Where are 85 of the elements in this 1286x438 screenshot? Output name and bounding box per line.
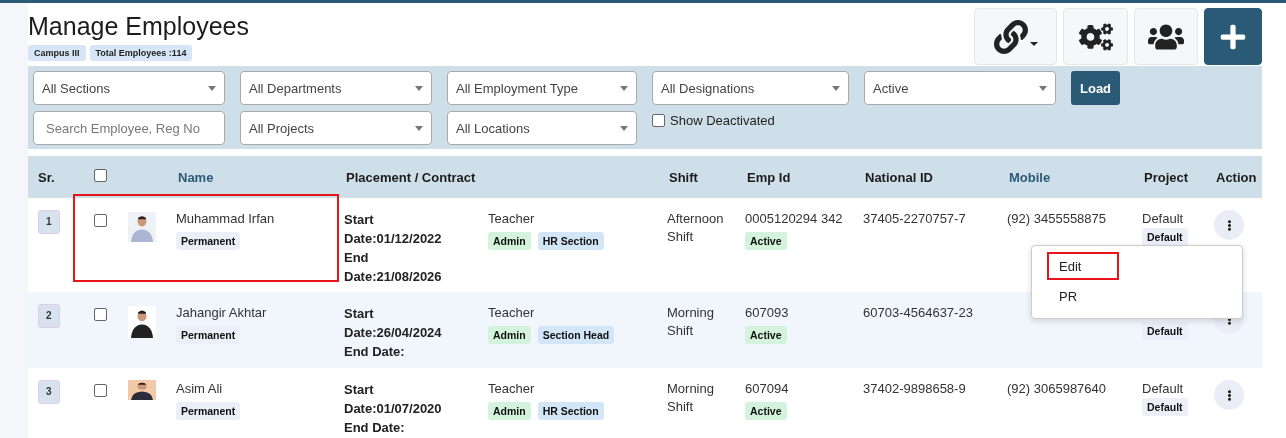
project: Default — [1142, 380, 1184, 398]
column-header: Project — [1143, 169, 1190, 185]
serial-badge: 2 — [38, 304, 60, 328]
checkbox-label: Show Deactivated — [670, 113, 775, 128]
load-button[interactable]: Load — [1071, 71, 1121, 105]
settings-button[interactable] — [1063, 8, 1128, 65]
dropdown[interactable]: All Employment Type — [447, 71, 637, 105]
menu-item[interactable]: PR — [1047, 282, 1242, 310]
status-tag: Active — [745, 326, 787, 344]
role-tag: HR Section — [537, 232, 604, 250]
select-all-checkbox[interactable] — [94, 169, 107, 182]
contract-date: End Date: — [344, 419, 405, 437]
dropdown[interactable]: All Projects — [240, 111, 432, 145]
employee-id: 607094 — [745, 380, 789, 398]
project-tag: Default — [1142, 228, 1188, 246]
dropdown[interactable]: Active — [864, 71, 1056, 105]
more-actions-button[interactable] — [1214, 380, 1244, 410]
info-badge: Campus III — [28, 45, 86, 61]
contract-date: Date:01/12/2022 — [344, 230, 442, 248]
designation: Teacher — [488, 210, 535, 228]
info-badge: Total Employees :114 — [89, 45, 193, 61]
search-field[interactable]: Search Employee, Reg No — [33, 111, 225, 145]
shift: Morning Shift — [667, 304, 715, 340]
employee-name: Jahangir Akhtar — [176, 304, 267, 322]
contract-date: Start — [344, 211, 374, 229]
plus-icon — [1219, 22, 1247, 51]
contract-date: End Date: — [344, 343, 405, 361]
employment-type-tag: Permanent — [176, 326, 241, 344]
role-tag: HR Section — [537, 402, 604, 420]
shift: Morning Shift — [667, 380, 715, 416]
mobile-number: (92) 3455558875 — [1007, 210, 1107, 228]
mobile-number: (92) 3065987640 — [1007, 380, 1107, 398]
column-header: Placement / Contract — [345, 169, 477, 185]
designation: Teacher — [488, 380, 535, 398]
more-actions-button[interactable] — [1214, 210, 1244, 240]
national-id: 60703-4564637-23 — [863, 304, 973, 322]
role-tag: Section Head — [537, 326, 615, 344]
dropdown[interactable]: All Sections — [33, 71, 225, 105]
employment-type-tag: Permanent — [176, 232, 241, 250]
link-dropdown-button[interactable] — [974, 8, 1057, 65]
employee-name: Muhammad Irfan — [176, 210, 275, 228]
row-checkbox[interactable] — [94, 214, 107, 227]
project-tag: Default — [1142, 398, 1188, 416]
designation: Teacher — [488, 304, 535, 322]
add-button[interactable] — [1204, 8, 1262, 65]
national-id: 37402-9898658-9 — [863, 380, 966, 398]
row-checkbox[interactable] — [94, 384, 107, 397]
serial-badge: 3 — [38, 380, 60, 404]
serial-badge: 1 — [38, 210, 60, 234]
dropdown[interactable]: All Departments — [240, 71, 432, 105]
column-header: Emp Id — [746, 169, 792, 185]
project-tag: Default — [1142, 322, 1188, 340]
dropdown[interactable]: All Designations — [652, 71, 849, 105]
page-title: Manage Employees — [28, 12, 249, 41]
employee-id: 607093 — [745, 304, 789, 322]
column-header: National ID — [864, 169, 934, 185]
contract-date: Date:26/04/2024 — [344, 324, 442, 342]
employee-name: Asim Ali — [176, 380, 223, 398]
column-header[interactable]: Mobile — [999, 169, 1134, 185]
shift: Afternoon Shift — [667, 210, 725, 246]
caret-icon — [1029, 41, 1038, 46]
project: Default — [1142, 210, 1184, 228]
users-button[interactable] — [1134, 8, 1198, 65]
contract-date: Date:01/07/2020 — [344, 400, 442, 418]
row-checkbox[interactable] — [94, 308, 107, 321]
column-header: Sr. — [37, 169, 56, 185]
contract-date: Start — [344, 305, 374, 323]
dropdown[interactable]: All Locations — [447, 111, 637, 145]
status-tag: Active — [745, 232, 787, 250]
menu-item[interactable]: Edit — [1047, 252, 1119, 280]
contract-date: Date:21/08/2026 — [344, 268, 442, 286]
status-tag: Active — [745, 402, 787, 420]
column-header: Shift — [668, 169, 699, 185]
role-tag: Admin — [488, 402, 531, 420]
contract-date: End — [344, 249, 369, 267]
contract-date: Start — [344, 381, 374, 399]
role-tag: Admin — [488, 232, 531, 250]
column-header: Action — [1215, 169, 1258, 185]
employee-id: 0005120294 342 — [745, 210, 843, 228]
role-tag: Admin — [488, 326, 531, 344]
checkbox[interactable] — [652, 114, 665, 127]
column-header[interactable]: Name — [168, 169, 336, 185]
employment-type-tag: Permanent — [176, 402, 241, 420]
link-icon — [993, 19, 1028, 54]
national-id: 37405-2270757-7 — [863, 210, 966, 228]
